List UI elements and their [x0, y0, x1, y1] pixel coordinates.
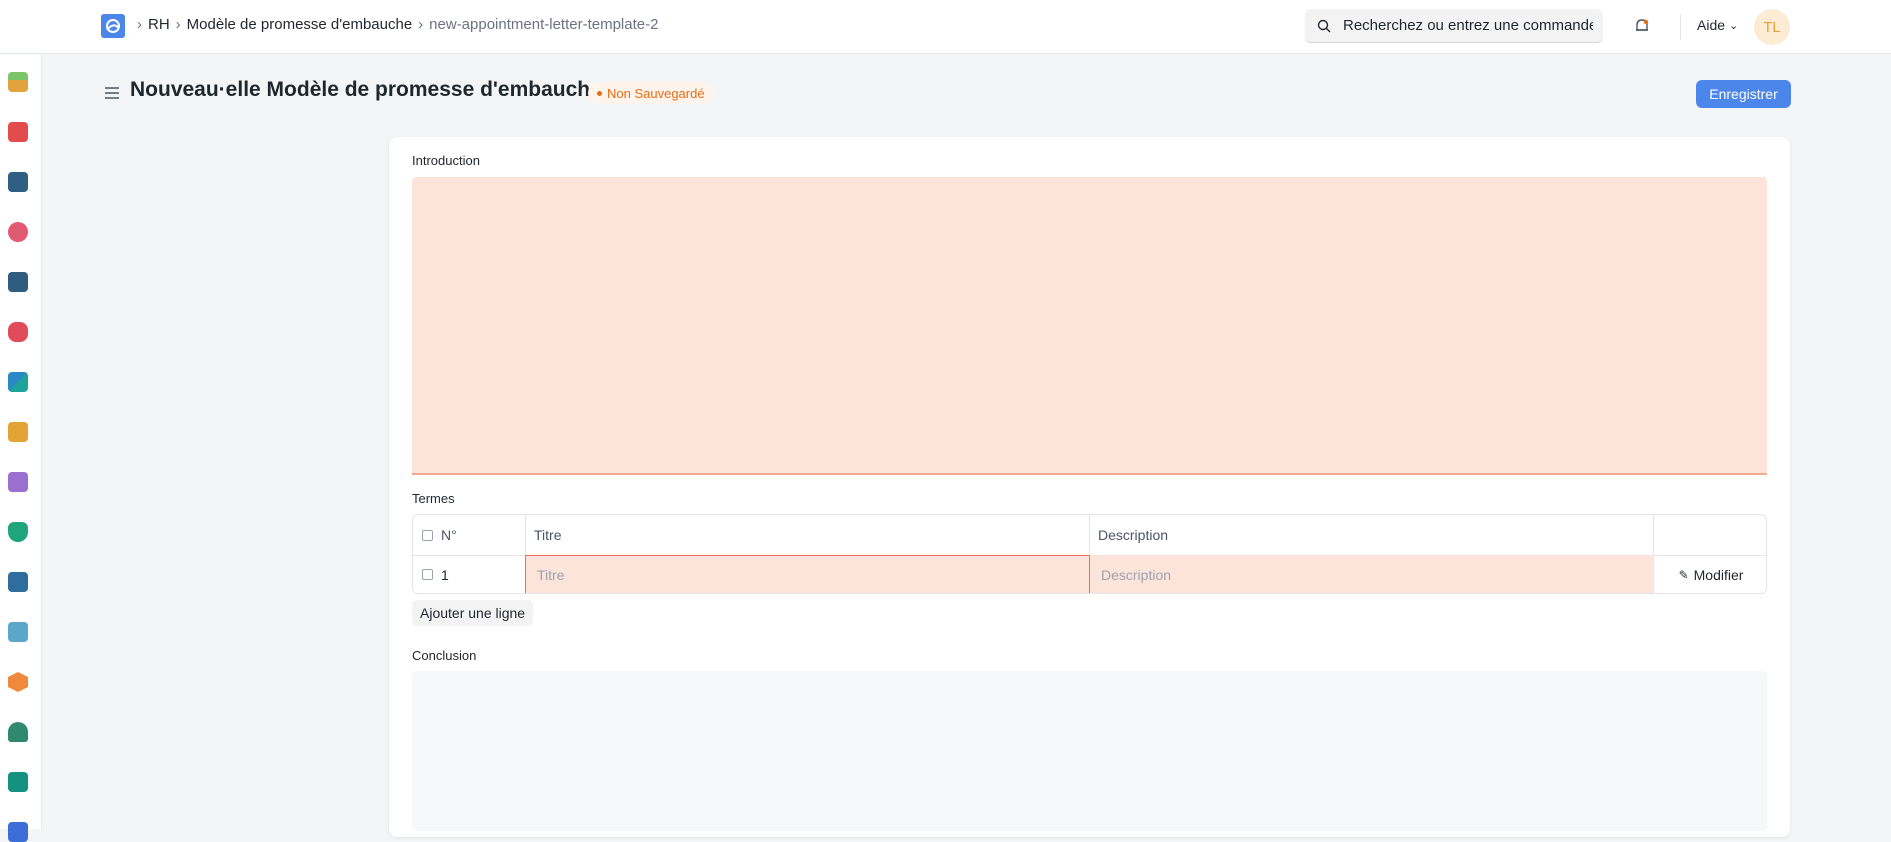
shield-icon[interactable] — [8, 522, 28, 542]
row-title-input[interactable]: Titre — [525, 555, 1090, 593]
app-logo-icon[interactable] — [101, 14, 125, 38]
terms-table: N° Titre Description 1 Titre Description… — [412, 514, 1767, 594]
help-dropdown[interactable]: Aide ⌄ — [1697, 17, 1738, 33]
chevron-down-icon: ⌄ — [1729, 19, 1739, 32]
conclusion-label: Conclusion — [412, 648, 477, 663]
introduction-editor[interactable] — [412, 177, 1767, 475]
sidebar-toggle-icon[interactable] — [103, 85, 121, 101]
status-badge: Non Sauvegardé — [588, 82, 714, 104]
plant-pot-icon[interactable] — [8, 72, 28, 92]
table-header-title: Titre — [534, 527, 562, 543]
browser-window-icon[interactable] — [8, 622, 28, 642]
top-navbar: › RH › Modèle de promesse d'embauche › n… — [0, 0, 1891, 54]
breadcrumb-item-rh[interactable]: RH — [148, 16, 170, 33]
breadcrumb-item-doctype[interactable]: Modèle de promesse d'embauche — [187, 16, 413, 33]
row-edit-button[interactable]: ✎ Modifier — [1654, 555, 1766, 593]
save-button[interactable]: Enregistrer — [1696, 80, 1791, 108]
search-bar[interactable] — [1305, 9, 1603, 43]
pencil-icon: ✎ — [1678, 567, 1689, 582]
select-all-checkbox[interactable] — [422, 529, 433, 541]
search-icon — [1317, 19, 1331, 32]
headset-icon[interactable] — [8, 722, 28, 742]
row-description-input[interactable]: Description — [1090, 555, 1653, 593]
header-no-label: N° — [441, 527, 457, 543]
monitor-icon[interactable] — [8, 172, 28, 192]
notification-bell-icon[interactable] — [1632, 16, 1652, 36]
edit-label: Modifier — [1693, 566, 1744, 583]
row-checkbox[interactable] — [422, 569, 433, 580]
page-title: Nouveau·elle Modèle de promesse d'embauc… — [130, 78, 602, 101]
conclusion-editor[interactable] — [412, 671, 1767, 831]
table-header-no: N° — [422, 515, 522, 555]
form-card: Introduction Termes N° Titre Description… — [389, 137, 1790, 837]
pie-chart-icon[interactable] — [8, 222, 28, 242]
briefcase-icon[interactable] — [8, 272, 28, 292]
introduction-label: Introduction — [412, 153, 480, 168]
app-sidebar — [0, 55, 42, 842]
folder-icon[interactable] — [8, 472, 28, 492]
chevron-right-icon: › — [137, 16, 142, 33]
help-label: Aide — [1697, 17, 1726, 33]
table-header-description: Description — [1098, 527, 1169, 543]
add-row-button[interactable]: Ajouter une ligne — [412, 600, 534, 626]
row-number: 1 — [441, 566, 449, 583]
chat-icon[interactable] — [8, 372, 28, 392]
table-row: 1 — [422, 555, 522, 593]
calendar-icon[interactable] — [8, 822, 28, 842]
heart-monitor-icon[interactable] — [8, 322, 28, 342]
breadcrumb: › RH › Modèle de promesse d'embauche › n… — [137, 16, 658, 33]
navbar-divider — [1680, 14, 1681, 40]
search-input[interactable] — [1341, 16, 1595, 35]
chevron-right-icon: › — [175, 16, 181, 33]
hexagon-icon[interactable] — [8, 672, 28, 692]
user-avatar[interactable]: TL — [1754, 9, 1790, 45]
credit-card-icon[interactable] — [8, 772, 28, 792]
building-icon[interactable] — [8, 422, 28, 442]
terms-label: Termes — [412, 491, 455, 506]
status-label: Non Sauvegardé — [607, 85, 705, 101]
chevron-right-icon: › — [418, 16, 424, 33]
breadcrumb-item-current: new-appointment-letter-template-2 — [429, 16, 659, 33]
camera-icon[interactable] — [8, 122, 28, 142]
toolbox-icon[interactable] — [8, 572, 28, 592]
status-dot-icon — [597, 90, 602, 96]
